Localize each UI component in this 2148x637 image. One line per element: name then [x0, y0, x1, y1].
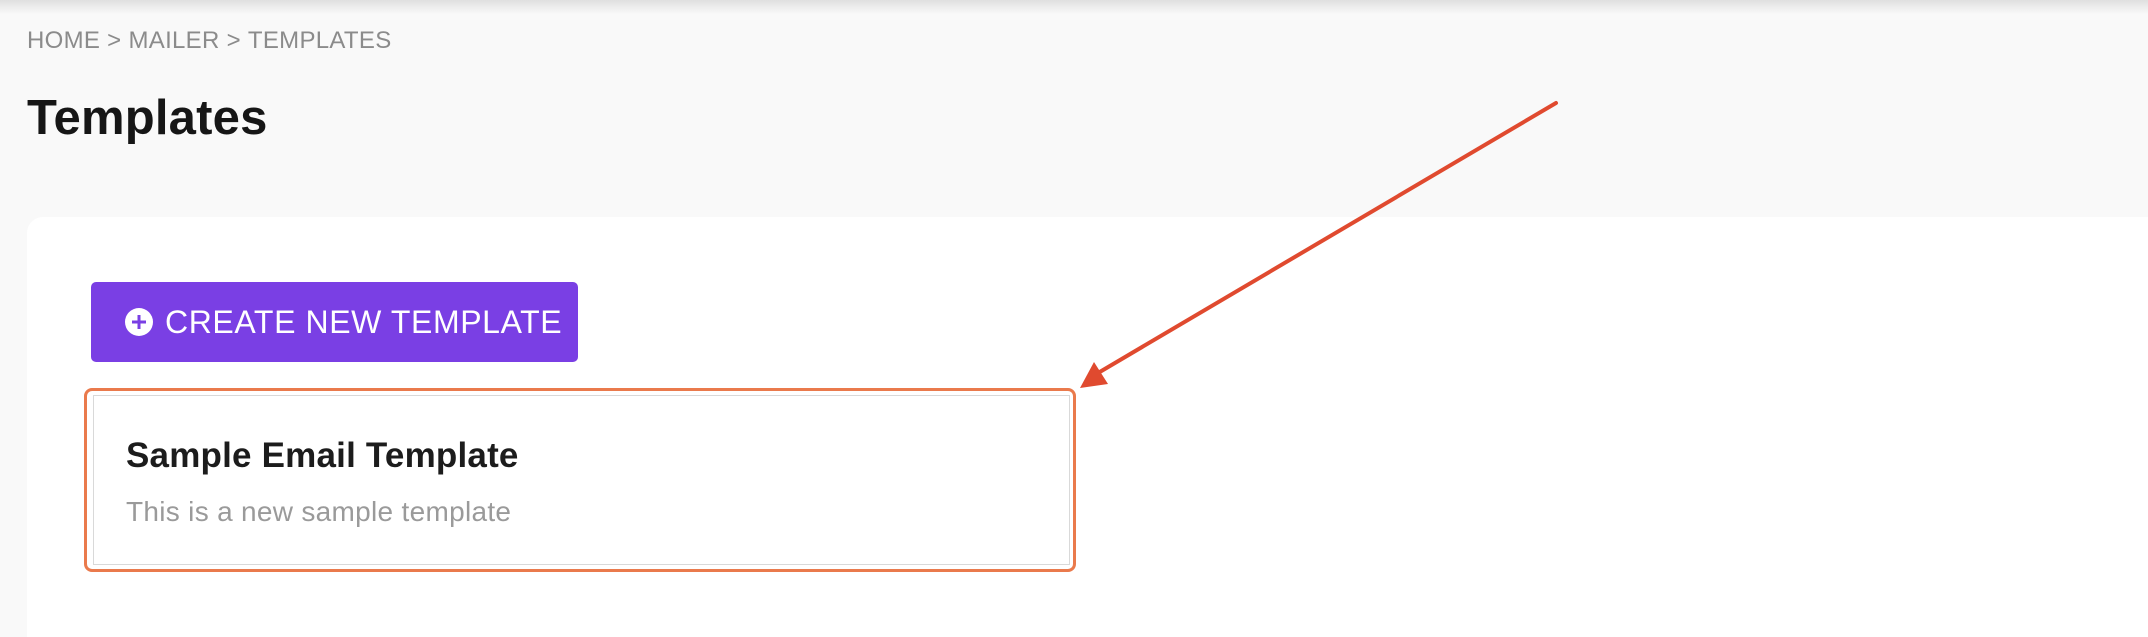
create-button-label: CREATE NEW TEMPLATE: [165, 303, 563, 340]
top-shadow: [0, 0, 2148, 14]
create-new-template-button[interactable]: CREATE NEW TEMPLATE: [91, 282, 578, 362]
template-card[interactable]: Sample Email Template This is a new samp…: [93, 395, 1070, 565]
breadcrumb-item-home[interactable]: HOME: [27, 27, 100, 55]
template-description: This is a new sample template: [126, 496, 512, 527]
breadcrumb: HOME > MAILER > TEMPLATES: [27, 27, 392, 55]
breadcrumb-item-mailer[interactable]: MAILER: [128, 27, 219, 55]
breadcrumb-separator: >: [226, 27, 241, 54]
breadcrumb-item-templates: TEMPLATES: [247, 27, 392, 54]
plus-circle-icon: [125, 308, 153, 336]
page-title: Templates: [27, 91, 268, 145]
template-title: Sample Email Template: [126, 436, 519, 475]
breadcrumb-separator: >: [107, 27, 122, 54]
